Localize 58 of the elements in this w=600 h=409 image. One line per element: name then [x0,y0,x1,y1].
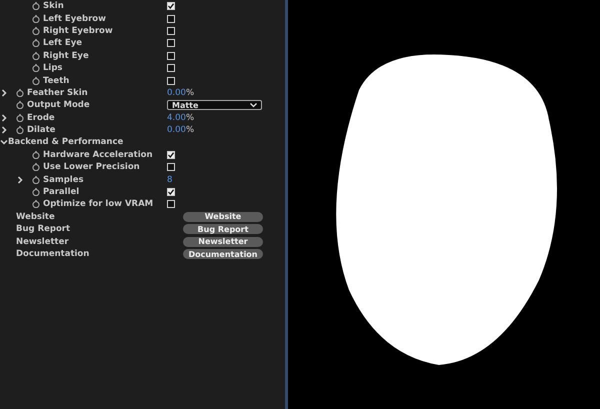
property-label: Erode [27,112,55,123]
property-label: Output Mode [27,100,90,110]
property-label: Website [16,212,55,222]
chevron-right-icon[interactable] [0,88,8,97]
unit-label: % [186,88,194,98]
stopwatch-icon[interactable] [32,176,40,184]
stopwatch-icon[interactable] [16,114,24,122]
property-label: Samples [43,174,84,185]
property-label: Dilate [27,125,56,136]
property-label: Parallel [43,187,80,198]
stopwatch-icon[interactable] [16,126,24,134]
stopwatch-icon[interactable] [32,76,40,85]
stopwatch-icon[interactable] [32,163,40,172]
mode-dropdown[interactable]: Matte [167,100,262,110]
property-label: Left Eye [43,38,82,48]
chevron-right-icon[interactable] [0,114,8,122]
property-label: Hardware Acceleration [43,150,153,160]
property-label: Right Eyebrow [43,26,113,36]
property-label: Newsletter [16,236,69,247]
stopwatch-icon[interactable] [32,150,40,159]
property-label: Feather Skin [27,88,88,98]
property-label: Use Lower Precision [43,162,140,172]
chevron-right-icon[interactable] [0,126,8,134]
property-label: Documentation [16,249,90,259]
value-field[interactable]: 0.00 [167,125,186,136]
checkbox[interactable] [167,188,175,196]
checkbox[interactable] [167,150,175,159]
stopwatch-icon[interactable] [32,14,40,23]
stopwatch-icon[interactable] [16,101,24,110]
stopwatch-icon[interactable] [32,26,40,35]
stopwatch-icon[interactable] [32,52,40,60]
stopwatch-icon[interactable] [32,39,40,48]
stopwatch-icon[interactable] [16,88,24,97]
link-button[interactable]: Bug Report [183,224,263,234]
property-label: Teeth [43,76,70,86]
property-label: Lips [43,63,62,74]
value-field[interactable]: 8 [167,174,172,185]
chevron-right-icon[interactable] [16,176,24,184]
value-field[interactable]: 0.00 [167,88,186,98]
checkbox[interactable] [167,2,175,10]
property-label: Skin [43,1,64,12]
stopwatch-icon[interactable] [32,64,40,72]
link-button[interactable]: Website [183,212,263,222]
link-button[interactable]: Documentation [183,249,263,259]
stopwatch-icon[interactable] [32,200,40,208]
stopwatch-icon[interactable] [32,188,40,196]
chevron-down-icon[interactable] [250,102,257,108]
link-button[interactable]: Newsletter [183,236,263,247]
unit-label: % [186,125,194,136]
value-field[interactable]: 4.00 [167,112,186,123]
unit-label: % [186,112,194,123]
stopwatch-icon[interactable] [32,2,40,10]
property-label: Optimize for low VRAM [43,199,154,210]
property-label: Left Eyebrow [43,14,106,24]
property-label: Bug Report [16,224,70,234]
group-label[interactable]: Backend & Performance [8,137,124,148]
chevron-down-icon[interactable] [0,138,8,146]
property-label: Right Eye [43,50,89,61]
